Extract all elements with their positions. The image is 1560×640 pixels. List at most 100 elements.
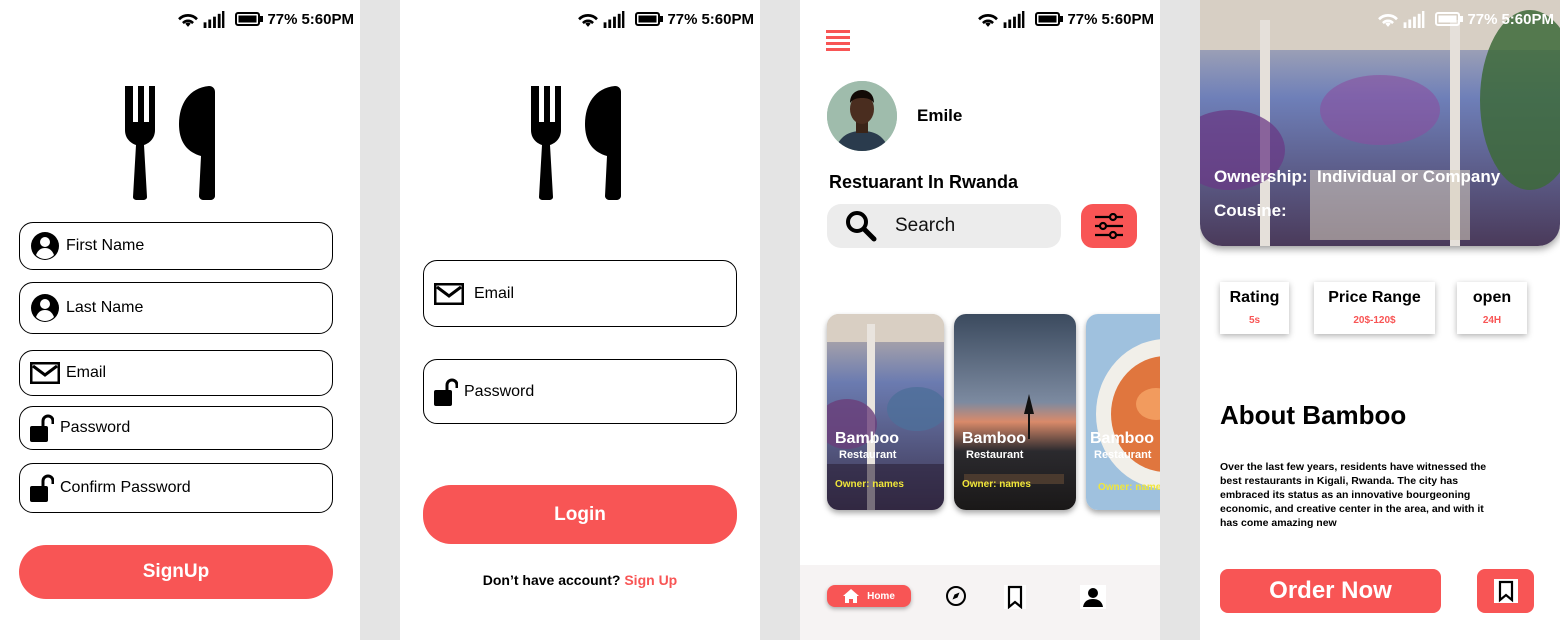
card-owner: Owner: names — [962, 479, 1031, 490]
bookmark-icon[interactable] — [1004, 585, 1026, 609]
rating-title: Rating — [1229, 289, 1280, 306]
lock-icon — [434, 377, 458, 407]
fork-knife-icon — [125, 86, 215, 200]
card-subtitle: Restaurant — [839, 449, 897, 461]
lock-icon — [30, 413, 54, 443]
rating-box: Rating 5s — [1220, 282, 1289, 334]
open-hours-box: open 24H — [1457, 282, 1527, 334]
price-range-box: Price Range 20$-120$ — [1314, 282, 1435, 334]
restaurant-detail-screen: 77% 5:60PM Ownership: Individual or Comp… — [1200, 0, 1560, 640]
clock: 5:60PM — [701, 10, 754, 28]
card-name: Bamboo — [962, 430, 1026, 447]
home-screen: 77% 5:60PM Emile Restuarant In Rwanda Se… — [800, 0, 1160, 640]
home-icon — [843, 589, 860, 603]
sliders-icon — [1095, 213, 1123, 239]
status-bar: 77% 5:60PM — [977, 8, 1154, 30]
battery-level: 77% — [267, 10, 298, 28]
login-screen: 77% 5:60PM Email Password Login Don’t ha… — [400, 0, 760, 640]
email-field[interactable]: Email — [19, 350, 333, 396]
card-name: Bamboo — [1090, 430, 1154, 447]
mail-icon — [434, 279, 464, 309]
card-owner: Owner: names — [835, 479, 904, 490]
avatar[interactable] — [827, 81, 897, 151]
person-icon[interactable] — [1080, 585, 1106, 609]
battery-icon — [235, 12, 263, 26]
last-name-placeholder: Last Name — [66, 299, 144, 316]
signal-icon — [603, 11, 625, 28]
user-icon — [30, 293, 60, 323]
password-field[interactable]: Password — [423, 359, 737, 424]
status-bar: 77% 5:60PM — [177, 8, 354, 30]
no-account-text: Don’t have account? — [482, 572, 621, 588]
confirm-password-placeholder: Confirm Password — [60, 479, 191, 496]
restaurant-card[interactable]: Bamboo Restaurant Owner: names — [954, 314, 1076, 510]
confirm-password-field[interactable]: Confirm Password — [19, 463, 333, 513]
open-value: 24H — [1482, 315, 1502, 326]
signup-link[interactable]: Sign Up — [624, 572, 677, 588]
hamburger-menu-icon[interactable] — [826, 30, 850, 52]
login-button[interactable]: Login — [423, 485, 737, 544]
ownership-row: Ownership: Individual or Company — [1214, 167, 1500, 187]
restaurant-card[interactable]: Bamboo Restaurant Owner: names — [827, 314, 944, 510]
open-title: open — [1472, 289, 1512, 306]
wifi-icon — [177, 11, 199, 28]
search-icon — [846, 211, 877, 242]
user-icon — [30, 231, 60, 261]
password-field[interactable]: Password — [19, 406, 333, 450]
price-range-title: Price Range — [1328, 289, 1421, 306]
signup-button[interactable]: SignUp — [19, 545, 333, 599]
mail-icon — [30, 358, 60, 388]
about-title: About Bamboo — [1220, 400, 1407, 430]
status-bar: 77% 5:60PM — [577, 8, 754, 30]
signup-screen: 77% 5:60PM First Name Last Name Email Pa… — [0, 0, 360, 640]
order-now-button[interactable]: Order Now — [1220, 569, 1441, 613]
clock: 5:60PM — [301, 10, 354, 28]
nav-home[interactable]: Home — [827, 585, 911, 607]
restaurant-card[interactable]: Bamboo Restaurant Owner: names — [1086, 314, 1160, 510]
compass-icon[interactable] — [945, 585, 967, 607]
wifi-icon — [1377, 11, 1399, 28]
restaurant-photo — [1086, 314, 1160, 510]
search-placeholder: Search — [895, 215, 956, 236]
nav-home-label: Home — [867, 590, 895, 602]
bookmark-button[interactable] — [1477, 569, 1534, 613]
cuisine-label: Cousine: — [1214, 201, 1287, 220]
password-placeholder: Password — [464, 382, 535, 400]
email-field[interactable]: Email — [423, 260, 737, 327]
battery-level: 77% — [667, 10, 698, 28]
password-placeholder: Password — [60, 419, 131, 436]
last-name-field[interactable]: Last Name — [19, 282, 333, 334]
battery-level: 77% — [1467, 10, 1498, 28]
signal-icon — [203, 11, 225, 28]
signal-icon — [1003, 11, 1025, 28]
battery-icon — [1035, 12, 1063, 26]
search-input[interactable]: Search — [827, 204, 1061, 248]
status-bar: 77% 5:60PM — [1377, 8, 1554, 30]
card-subtitle: Restaurant — [966, 449, 1024, 461]
filter-button[interactable] — [1081, 204, 1137, 248]
card-name: Bamboo — [835, 430, 899, 447]
bottom-nav: Home — [800, 565, 1160, 640]
email-placeholder: Email — [474, 284, 515, 302]
price-range-value: 20$-120$ — [1353, 315, 1396, 326]
email-placeholder: Email — [66, 364, 107, 381]
card-subtitle: Restaurant — [1094, 449, 1152, 461]
lock-icon — [30, 473, 54, 503]
page-title: Restuarant In Rwanda — [829, 172, 1019, 192]
card-owner: Owner: names — [1098, 482, 1160, 493]
about-text: Over the last few years, residents have … — [1220, 461, 1487, 529]
battery-icon — [1435, 12, 1463, 26]
wifi-icon — [977, 11, 999, 28]
ownership-value: Individual or Company — [1316, 167, 1501, 186]
wifi-icon — [577, 11, 599, 28]
user-name: Emile — [917, 106, 963, 125]
clock: 5:60PM — [1501, 10, 1554, 28]
rating-value: 5s — [1248, 315, 1261, 326]
signup-prompt: Don’t have account? Sign Up — [400, 572, 760, 588]
ownership-label: Ownership: — [1214, 167, 1308, 186]
bookmark-icon — [1493, 579, 1518, 603]
first-name-placeholder: First Name — [66, 237, 145, 254]
first-name-field[interactable]: First Name — [19, 222, 333, 270]
clock: 5:60PM — [1101, 10, 1154, 28]
fork-knife-icon — [531, 86, 621, 200]
